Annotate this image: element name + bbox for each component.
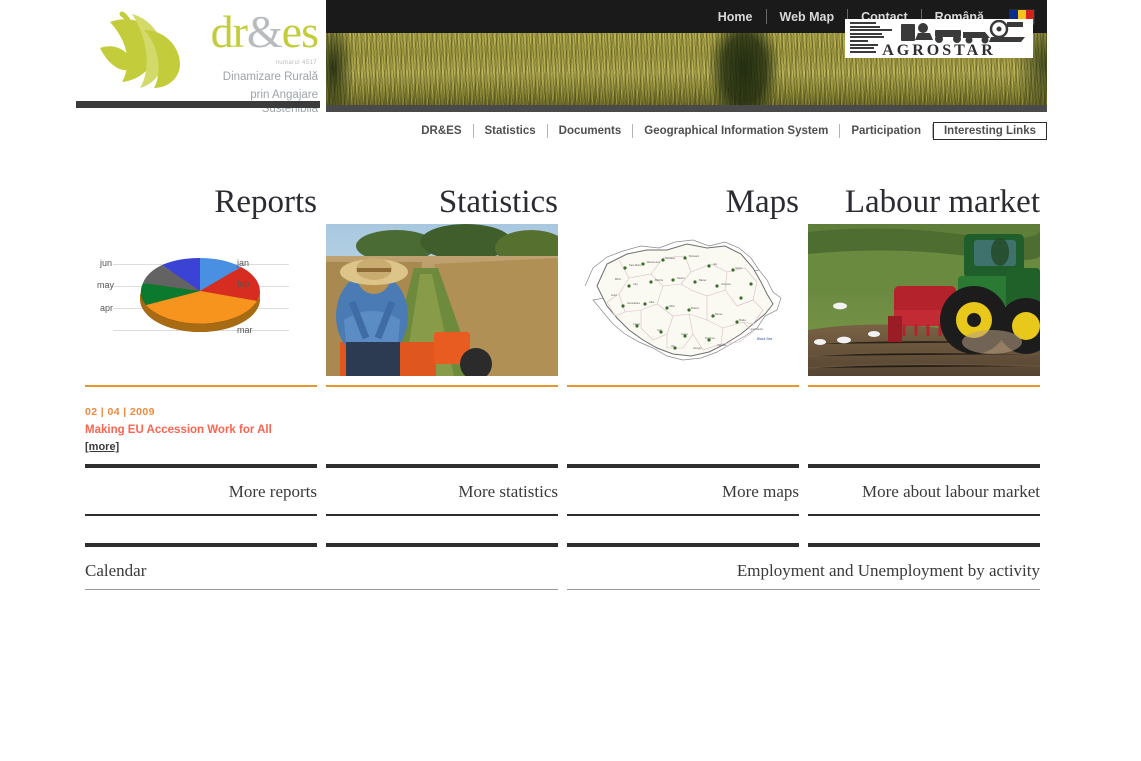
news-date: 02 | 04 | 2009: [85, 406, 155, 418]
svg-text:Cluj: Cluj: [633, 282, 638, 286]
news-item: 02 | 04 | 2009 Making EU Accession Work …: [85, 406, 317, 458]
more-reports-link[interactable]: More reports: [85, 468, 317, 514]
svg-text:Giurgiu: Giurgiu: [693, 346, 702, 350]
main-nav-item-interesting-links[interactable]: Interesting Links: [932, 122, 1047, 140]
svg-text:Bistrita: Bistrita: [655, 278, 663, 282]
page-header: dr&es numarul 4517 Dinamizare Rurală pri…: [0, 0, 1141, 115]
svg-text:Caras: Caras: [633, 322, 641, 326]
section-heading-statistics: Statistics: [438, 184, 558, 220]
logo-underbar: [76, 101, 320, 108]
svg-text:Constanta: Constanta: [751, 327, 763, 331]
more-labour-market-bottom-rule: [808, 514, 1040, 516]
svg-text:Prahova: Prahova: [705, 336, 715, 340]
leaf-sprout-logo-icon: [92, 8, 188, 94]
pie-label-mar: mar: [237, 325, 253, 335]
svg-text:Bihor: Bihor: [615, 277, 621, 281]
svg-text:Bacau: Bacau: [699, 278, 707, 282]
bottom-gray-rule-right: [567, 589, 1040, 590]
statistics-farmer-tractor-photo[interactable]: [326, 224, 558, 376]
section-heading-maps: Maps: [725, 184, 799, 220]
labour-market-tractor-seeder-photo[interactable]: [808, 224, 1040, 376]
header-banner: Home Web Map Contact Română AGROSTAR: [326, 0, 1047, 112]
svg-text:Satu Mare: Satu Mare: [629, 263, 642, 267]
more-statistics-bottom-rule: [326, 514, 558, 516]
section-heading-labour-market: Labour market: [844, 184, 1040, 220]
agrostar-wordmark: AGROSTAR: [882, 42, 996, 59]
svg-text:Brasov: Brasov: [691, 306, 700, 310]
more-links-row: More reports More statistics More maps M…: [85, 464, 1040, 516]
svg-text:Buzau: Buzau: [715, 312, 723, 316]
maps-romania-counties[interactable]: Satu Mare Maramures Suceava Botosani Iasi V…: [567, 224, 799, 376]
main-nav-item-gis[interactable]: Geographical Information System: [633, 122, 839, 140]
more-labour-market-link[interactable]: More about labour market: [808, 468, 1040, 514]
reports-pie-chart[interactable]: jan feb mar apr may jun: [85, 224, 317, 376]
news-title[interactable]: Making EU Accession Work for All: [85, 424, 317, 436]
svg-text:Alba: Alba: [649, 300, 655, 304]
logo-issue-number: numarul 4517: [275, 60, 317, 66]
svg-text:Olt: Olt: [671, 344, 675, 348]
bottom-gray-rule-left: [85, 589, 558, 590]
bottom-labels: Calendar Employment and Unemployment by …: [85, 547, 1040, 589]
more-maps-bottom-rule: [567, 514, 799, 516]
svg-text:Braila: Braila: [739, 318, 746, 322]
section-heading-reports: Reports: [214, 184, 317, 220]
svg-text:Vrancea: Vrancea: [721, 282, 731, 286]
banner-bottom-bar: [326, 105, 1047, 112]
top-nav-item-home[interactable]: Home: [705, 10, 766, 24]
svg-text:Suceava: Suceava: [665, 256, 676, 260]
main-nav-item-documents[interactable]: Documents: [548, 122, 633, 140]
svg-text:Iasi: Iasi: [713, 262, 717, 266]
bottom-row: Calendar Employment and Unemployment by …: [85, 543, 1040, 590]
site-logo[interactable]: dr&es numarul 4517 Dinamizare Rurală pri…: [76, 0, 320, 115]
logo-tagline-line1: Dinamizare Rurală: [222, 71, 318, 83]
svg-text:Black Sea: Black Sea: [757, 337, 772, 341]
section-headings-row: Reports Statistics Maps Labour market: [85, 172, 1040, 224]
svg-text:Neamt: Neamt: [677, 276, 685, 280]
pie-label-apr: apr: [100, 303, 114, 313]
more-maps-link[interactable]: More maps: [567, 468, 799, 514]
pie-label-feb: feb: [237, 279, 250, 289]
svg-text:Hunedoara: Hunedoara: [627, 301, 640, 305]
logo-wordmark: dr&es numarul 4517 Dinamizare Rurală pri…: [192, 6, 319, 116]
more-reports-bottom-rule: [85, 514, 317, 516]
top-nav-item-web-map[interactable]: Web Map: [767, 10, 848, 24]
main-nav-item-statistics[interactable]: Statistics: [474, 122, 547, 140]
agrostar-logo[interactable]: AGROSTAR: [845, 19, 1033, 58]
svg-text:Calarasi: Calarasi: [717, 343, 727, 347]
svg-text:Sibiu: Sibiu: [669, 304, 675, 308]
pie-label-jan: jan: [237, 258, 250, 268]
main-content: Reports Statistics Maps Labour market ja…: [85, 172, 1040, 590]
news-row: 02 | 04 | 2009 Making EU Accession Work …: [85, 387, 1040, 458]
main-navigation: DR&ES Statistics Documents Geographical …: [326, 120, 1047, 142]
pie-label-jun: jun: [100, 258, 113, 268]
svg-text:Arges: Arges: [681, 332, 688, 336]
svg-text:Gorj: Gorj: [657, 328, 662, 332]
svg-text:Arad: Arad: [611, 293, 617, 297]
main-nav-item-dres[interactable]: DR&ES: [410, 122, 472, 140]
svg-text:Botosani: Botosani: [689, 254, 700, 258]
svg-text:Maramures: Maramures: [647, 260, 661, 264]
news-more-link[interactable]: [more]: [85, 441, 119, 453]
logo-ampersand: &: [246, 6, 283, 57]
bottom-bottom-rules: [85, 589, 1040, 590]
main-nav-item-participation[interactable]: Participation: [840, 122, 932, 140]
logo-word-dr: dr: [210, 6, 248, 57]
pie-label-may: may: [97, 280, 115, 290]
more-statistics-link[interactable]: More statistics: [326, 468, 558, 514]
employment-unemployment-link[interactable]: Employment and Unemployment by activity: [567, 547, 1040, 589]
section-thumbnails-row: jan feb mar apr may jun Satu Mare Maramu…: [85, 224, 1040, 387]
svg-text:Vaslui: Vaslui: [735, 266, 742, 270]
calendar-link[interactable]: Calendar: [85, 547, 558, 589]
logo-word-es: es: [281, 6, 319, 57]
